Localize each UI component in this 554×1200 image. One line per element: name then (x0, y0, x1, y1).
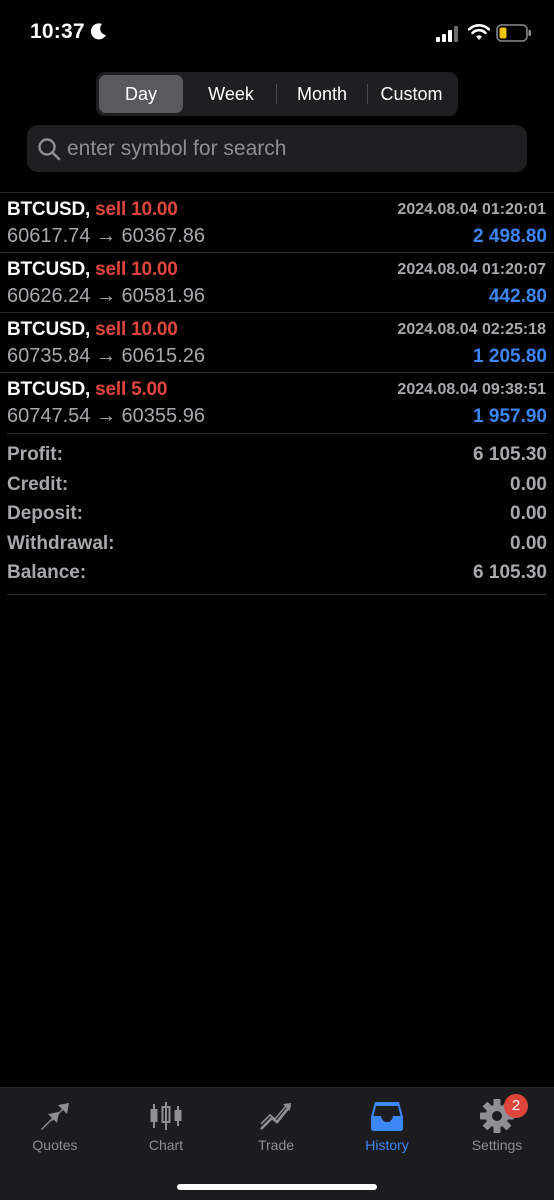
deal-time: 2024.08.04 09:38:51 (397, 381, 546, 398)
wifi-icon (468, 24, 490, 40)
deal-symbol: BTCUSD, (7, 319, 91, 340)
quotes-arrows-icon (41, 1103, 69, 1130)
deal-side-volume: sell 5.00 (95, 379, 168, 400)
deal-profit: 442.80 (488, 286, 547, 307)
deal-symbol: BTCUSD, (7, 379, 91, 400)
candlestick-chart-icon (150, 1102, 182, 1130)
deal-prices: 60747.54 → 60355.96 (7, 405, 205, 427)
home-indicator[interactable] (177, 1184, 377, 1190)
status-time: 10:37 (30, 20, 85, 43)
tab-label: Settings (471, 1137, 523, 1153)
tab-trade[interactable]: Trade (226, 1096, 326, 1156)
search-bar[interactable] (27, 125, 527, 172)
deal-profit: 2 498.80 (473, 226, 547, 247)
summary-row-profit: Profit: 6 105.30 (7, 434, 547, 465)
deal-row[interactable]: BTCUSD, sell 10.00 2024.08.04 01:20:01 6… (0, 192, 554, 252)
deal-side-volume: sell 10.00 (95, 319, 178, 340)
summary-label: Balance: (7, 562, 87, 583)
deal-prices: 60617.74 → 60367.86 (7, 225, 205, 247)
tab-label: History (365, 1137, 409, 1153)
trade-line-icon (260, 1103, 292, 1130)
summary-row-credit: Credit: 0.00 (7, 464, 547, 495)
deal-symbol-line: BTCUSD, sell 10.00 (7, 319, 178, 341)
tab-settings[interactable]: 2 Settings (447, 1094, 547, 1156)
notification-badge: 2 (504, 1094, 528, 1118)
tab-label: Quotes (32, 1137, 78, 1153)
deal-time: 2024.08.04 01:20:01 (397, 201, 546, 218)
deal-symbol: BTCUSD, (7, 259, 91, 280)
deal-prices: 60626.24 → 60581.96 (7, 285, 205, 307)
summary-row-deposit: Deposit: 0.00 (7, 493, 547, 524)
history-inbox-icon (371, 1102, 403, 1131)
deal-symbol: BTCUSD, (7, 199, 91, 220)
summary-row-balance: Balance: 6 105.30 (7, 552, 547, 583)
deal-side-volume: sell 10.00 (95, 259, 178, 280)
deal-row[interactable]: BTCUSD, sell 10.00 2024.08.04 01:20:07 6… (0, 252, 554, 312)
account-summary: Profit: 6 105.30 Credit: 0.00 Deposit: 0… (7, 433, 547, 583)
deal-row[interactable]: BTCUSD, sell 10.00 2024.08.04 02:25:18 6… (0, 312, 554, 372)
deal-row[interactable]: BTCUSD, sell 5.00 2024.08.04 09:38:51 60… (0, 372, 554, 432)
battery-low-icon (496, 24, 531, 42)
deal-symbol-line: BTCUSD, sell 10.00 (7, 199, 178, 221)
deal-prices: 60735.84 → 60615.26 (7, 345, 205, 367)
tab-label: Chart (148, 1137, 184, 1153)
bottom-tab-bar: Quotes Chart Trade History 2 Settings (0, 1087, 554, 1200)
summary-value: 6 105.30 (473, 562, 547, 583)
summary-row-withdrawal: Withdrawal: 0.00 (7, 523, 547, 554)
deals-list: BTCUSD, sell 10.00 2024.08.04 01:20:01 6… (0, 192, 554, 432)
period-segmented-control: Day Week Month Custom (96, 72, 458, 116)
status-bar: 10:37 (0, 0, 554, 66)
tab-week[interactable]: Week (187, 75, 275, 113)
tab-quotes[interactable]: Quotes (5, 1096, 105, 1156)
deal-symbol-line: BTCUSD, sell 10.00 (7, 259, 178, 281)
deal-profit: 1 205.80 (473, 346, 547, 367)
deal-time: 2024.08.04 01:20:07 (397, 261, 546, 278)
tab-custom[interactable]: Custom (368, 75, 455, 113)
search-icon (38, 138, 61, 161)
moon-icon (90, 23, 106, 40)
tab-history[interactable]: History (337, 1096, 437, 1156)
summary-divider (7, 594, 547, 595)
search-input[interactable] (67, 125, 517, 172)
tab-chart[interactable]: Chart (116, 1096, 216, 1156)
deal-symbol-line: BTCUSD, sell 5.00 (7, 379, 167, 401)
deal-side-volume: sell 10.00 (95, 199, 178, 220)
deal-time: 2024.08.04 02:25:18 (397, 321, 546, 338)
tab-day[interactable]: Day (99, 75, 183, 113)
tab-label: Trade (257, 1137, 295, 1153)
deal-profit: 1 957.90 (473, 406, 547, 427)
cellular-signal-icon (436, 26, 458, 42)
tab-month[interactable]: Month (277, 75, 367, 113)
